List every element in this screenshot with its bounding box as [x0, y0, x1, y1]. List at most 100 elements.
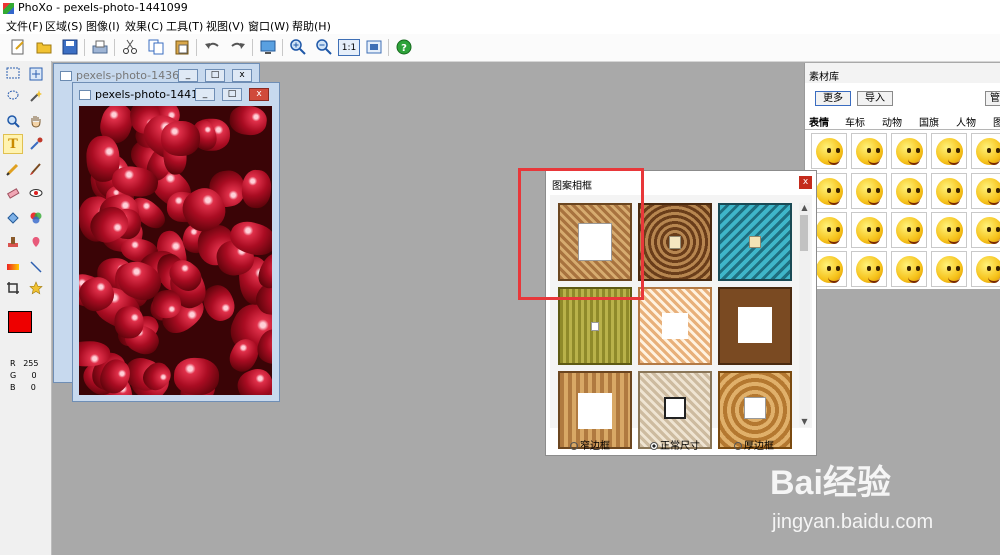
copy-icon[interactable] [146, 37, 166, 57]
eraser-icon[interactable] [3, 183, 23, 203]
restore-button[interactable]: □ [205, 69, 225, 82]
menu-help[interactable]: 帮助(H) [292, 18, 331, 34]
emoji-item[interactable] [971, 133, 1000, 169]
new-icon[interactable] [8, 37, 28, 57]
menu-effect[interactable]: 效果(C) [125, 18, 163, 34]
more-button[interactable]: 更多 [815, 91, 851, 106]
emoji-item[interactable] [891, 251, 927, 287]
screen-capture-icon[interactable] [258, 37, 278, 57]
frame-thumb[interactable] [638, 287, 712, 365]
redeye-icon[interactable] [26, 183, 46, 203]
frame-thumb[interactable] [718, 287, 792, 365]
magic-wand-icon[interactable] [26, 86, 46, 106]
tab-animals[interactable]: 动物 [882, 114, 902, 129]
tab-flags[interactable]: 国旗 [919, 114, 939, 129]
emoji-item[interactable] [971, 212, 1000, 248]
actual-size-icon[interactable]: 1:1 [338, 39, 360, 56]
emoji-item[interactable] [851, 173, 887, 209]
hand-icon[interactable] [26, 111, 46, 131]
scan-icon[interactable] [90, 37, 110, 57]
lasso-icon[interactable] [3, 86, 23, 106]
redo-icon[interactable] [228, 37, 248, 57]
close-button[interactable]: x [232, 69, 252, 82]
emoji-face-icon [896, 178, 923, 205]
fill-icon[interactable] [3, 208, 23, 228]
emoji-item[interactable] [971, 251, 1000, 287]
emoji-item[interactable] [931, 212, 967, 248]
stamp-icon[interactable] [3, 232, 23, 252]
emoji-face-icon [896, 256, 923, 283]
image-window-front-caption[interactable]: pexels-photo-14410... _ □ x [77, 86, 275, 104]
menu-region[interactable]: 区域(S) [45, 18, 83, 34]
brush-icon[interactable] [26, 159, 46, 179]
r-value: 255 [23, 359, 39, 368]
text-icon[interactable]: T [3, 134, 23, 154]
emoji-item[interactable] [971, 173, 1000, 209]
emoji-item[interactable] [891, 212, 927, 248]
save-icon[interactable] [60, 37, 80, 57]
crop-icon[interactable] [3, 278, 23, 298]
thick-border-radio[interactable]: 厚边框 [734, 437, 774, 452]
emoji-item[interactable] [931, 173, 967, 209]
zoom-in-icon[interactable] [288, 37, 308, 57]
heal-icon[interactable] [26, 232, 46, 252]
normal-size-radio[interactable]: 正常尺寸 [650, 437, 700, 452]
fit-window-icon[interactable] [364, 37, 384, 57]
frame-thumb[interactable] [718, 203, 792, 281]
tab-people[interactable]: 人物 [956, 114, 976, 129]
tab-images[interactable]: 图 [993, 114, 1000, 129]
help-icon[interactable]: ? [394, 37, 414, 57]
emoji-item[interactable] [851, 133, 887, 169]
menu-view[interactable]: 视图(V) [206, 18, 244, 34]
cut-icon[interactable] [120, 37, 140, 57]
g-value: 0 [31, 371, 37, 380]
menu-file[interactable]: 文件(F) [6, 18, 43, 34]
minimize-button[interactable]: _ [195, 88, 215, 101]
emoji-item[interactable] [811, 133, 847, 169]
emoji-item[interactable] [931, 133, 967, 169]
eyedropper-icon[interactable] [26, 134, 46, 154]
line-icon[interactable] [26, 257, 46, 277]
emoji-item[interactable] [931, 251, 967, 287]
frame-thumb[interactable] [638, 203, 712, 281]
tab-emoji[interactable]: 表情 [809, 114, 829, 129]
close-button[interactable]: x [799, 176, 812, 189]
frame-gallery-scrollbar[interactable]: ▲ ▼ [799, 203, 810, 427]
radio-dot [734, 442, 742, 450]
emoji-item[interactable] [851, 212, 887, 248]
pomegranate-seed [241, 168, 272, 209]
rect-select-icon[interactable] [3, 64, 23, 84]
tab-car-logos[interactable]: 车标 [845, 114, 865, 129]
scroll-down-icon[interactable]: ▼ [799, 417, 810, 427]
image-file-icon [79, 90, 91, 100]
radio-dot [650, 442, 658, 450]
tool-panel: T R 255 G 0 B 0 [0, 61, 52, 555]
import-button[interactable]: 导入 [857, 91, 893, 106]
emoji-item[interactable] [851, 251, 887, 287]
paste-icon[interactable] [172, 37, 192, 57]
scrollbar-thumb[interactable] [800, 215, 808, 251]
undo-icon[interactable] [202, 37, 222, 57]
open-icon[interactable] [34, 37, 54, 57]
scroll-up-icon[interactable]: ▲ [799, 203, 810, 213]
minimize-button[interactable]: _ [178, 69, 198, 82]
narrow-border-radio[interactable]: 窄边框 [570, 437, 610, 452]
manage-button[interactable]: 管 [985, 91, 1000, 106]
foreground-color-swatch[interactable] [8, 311, 32, 333]
pencil-icon[interactable] [3, 159, 23, 179]
move-icon[interactable] [26, 64, 46, 84]
colorize-icon[interactable] [26, 208, 46, 228]
image-window-front[interactable]: pexels-photo-14410... _ □ x [72, 82, 280, 402]
zoom-out-icon[interactable] [314, 37, 334, 57]
menu-image[interactable]: 图像(I) [86, 18, 120, 34]
menu-window[interactable]: 窗口(W) [248, 18, 289, 34]
star-icon[interactable] [26, 278, 46, 298]
pomegranate-photo[interactable] [79, 106, 272, 395]
emoji-item[interactable] [891, 173, 927, 209]
emoji-item[interactable] [891, 133, 927, 169]
restore-button[interactable]: □ [222, 88, 242, 101]
close-button[interactable]: x [249, 88, 269, 101]
gradient-icon[interactable] [3, 257, 23, 277]
menu-tools[interactable]: 工具(T) [166, 18, 203, 34]
zoom-icon[interactable] [3, 111, 23, 131]
